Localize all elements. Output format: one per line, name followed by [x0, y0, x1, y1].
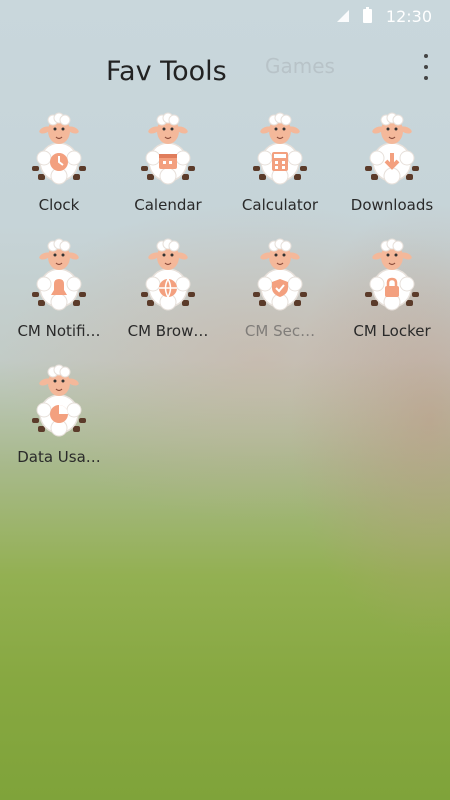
- overflow-menu-icon[interactable]: [422, 54, 430, 80]
- app-label: Clock: [38, 196, 80, 214]
- app-calculator[interactable]: Calculator: [225, 112, 335, 222]
- app-clock[interactable]: Clock: [4, 112, 114, 222]
- status-time: 12:30: [385, 6, 432, 26]
- app-downloads[interactable]: Downloads: [337, 112, 447, 222]
- pie-icon: [26, 364, 92, 442]
- app-calendar[interactable]: Calendar: [113, 112, 223, 222]
- calculator-icon: [247, 112, 313, 190]
- app-label: CM Locker: [353, 322, 431, 340]
- signal-icon: [336, 10, 349, 22]
- app-label: Calculator: [241, 196, 319, 214]
- lock-icon: [359, 238, 425, 316]
- app-label: Downloads: [350, 196, 434, 214]
- security-icon: [247, 238, 313, 316]
- app-data-usage[interactable]: Data Usa…: [4, 364, 114, 474]
- notification-icon: [26, 238, 92, 316]
- app-label: CM Sec…: [244, 322, 316, 340]
- tab-fav-tools[interactable]: Fav Tools: [106, 56, 227, 87]
- battery-icon: [362, 7, 372, 23]
- app-label: CM Brow…: [127, 322, 209, 340]
- status-bar: 12:30: [0, 0, 450, 32]
- app-cm-browser[interactable]: CM Brow…: [113, 238, 223, 348]
- calendar-icon: [135, 112, 201, 190]
- browser-icon: [135, 238, 201, 316]
- tab-games[interactable]: Games: [265, 54, 335, 78]
- folder-header: Fav Tools Games: [0, 48, 450, 96]
- clock-icon: [26, 112, 92, 190]
- app-cm-locker[interactable]: CM Locker: [337, 238, 447, 348]
- app-label: CM Notifi…: [17, 322, 101, 340]
- downloads-icon: [359, 112, 425, 190]
- app-label: Data Usa…: [17, 448, 101, 466]
- app-cm-notification[interactable]: CM Notifi…: [4, 238, 114, 348]
- app-cm-security[interactable]: CM Sec…: [225, 238, 335, 348]
- app-label: Calendar: [134, 196, 202, 214]
